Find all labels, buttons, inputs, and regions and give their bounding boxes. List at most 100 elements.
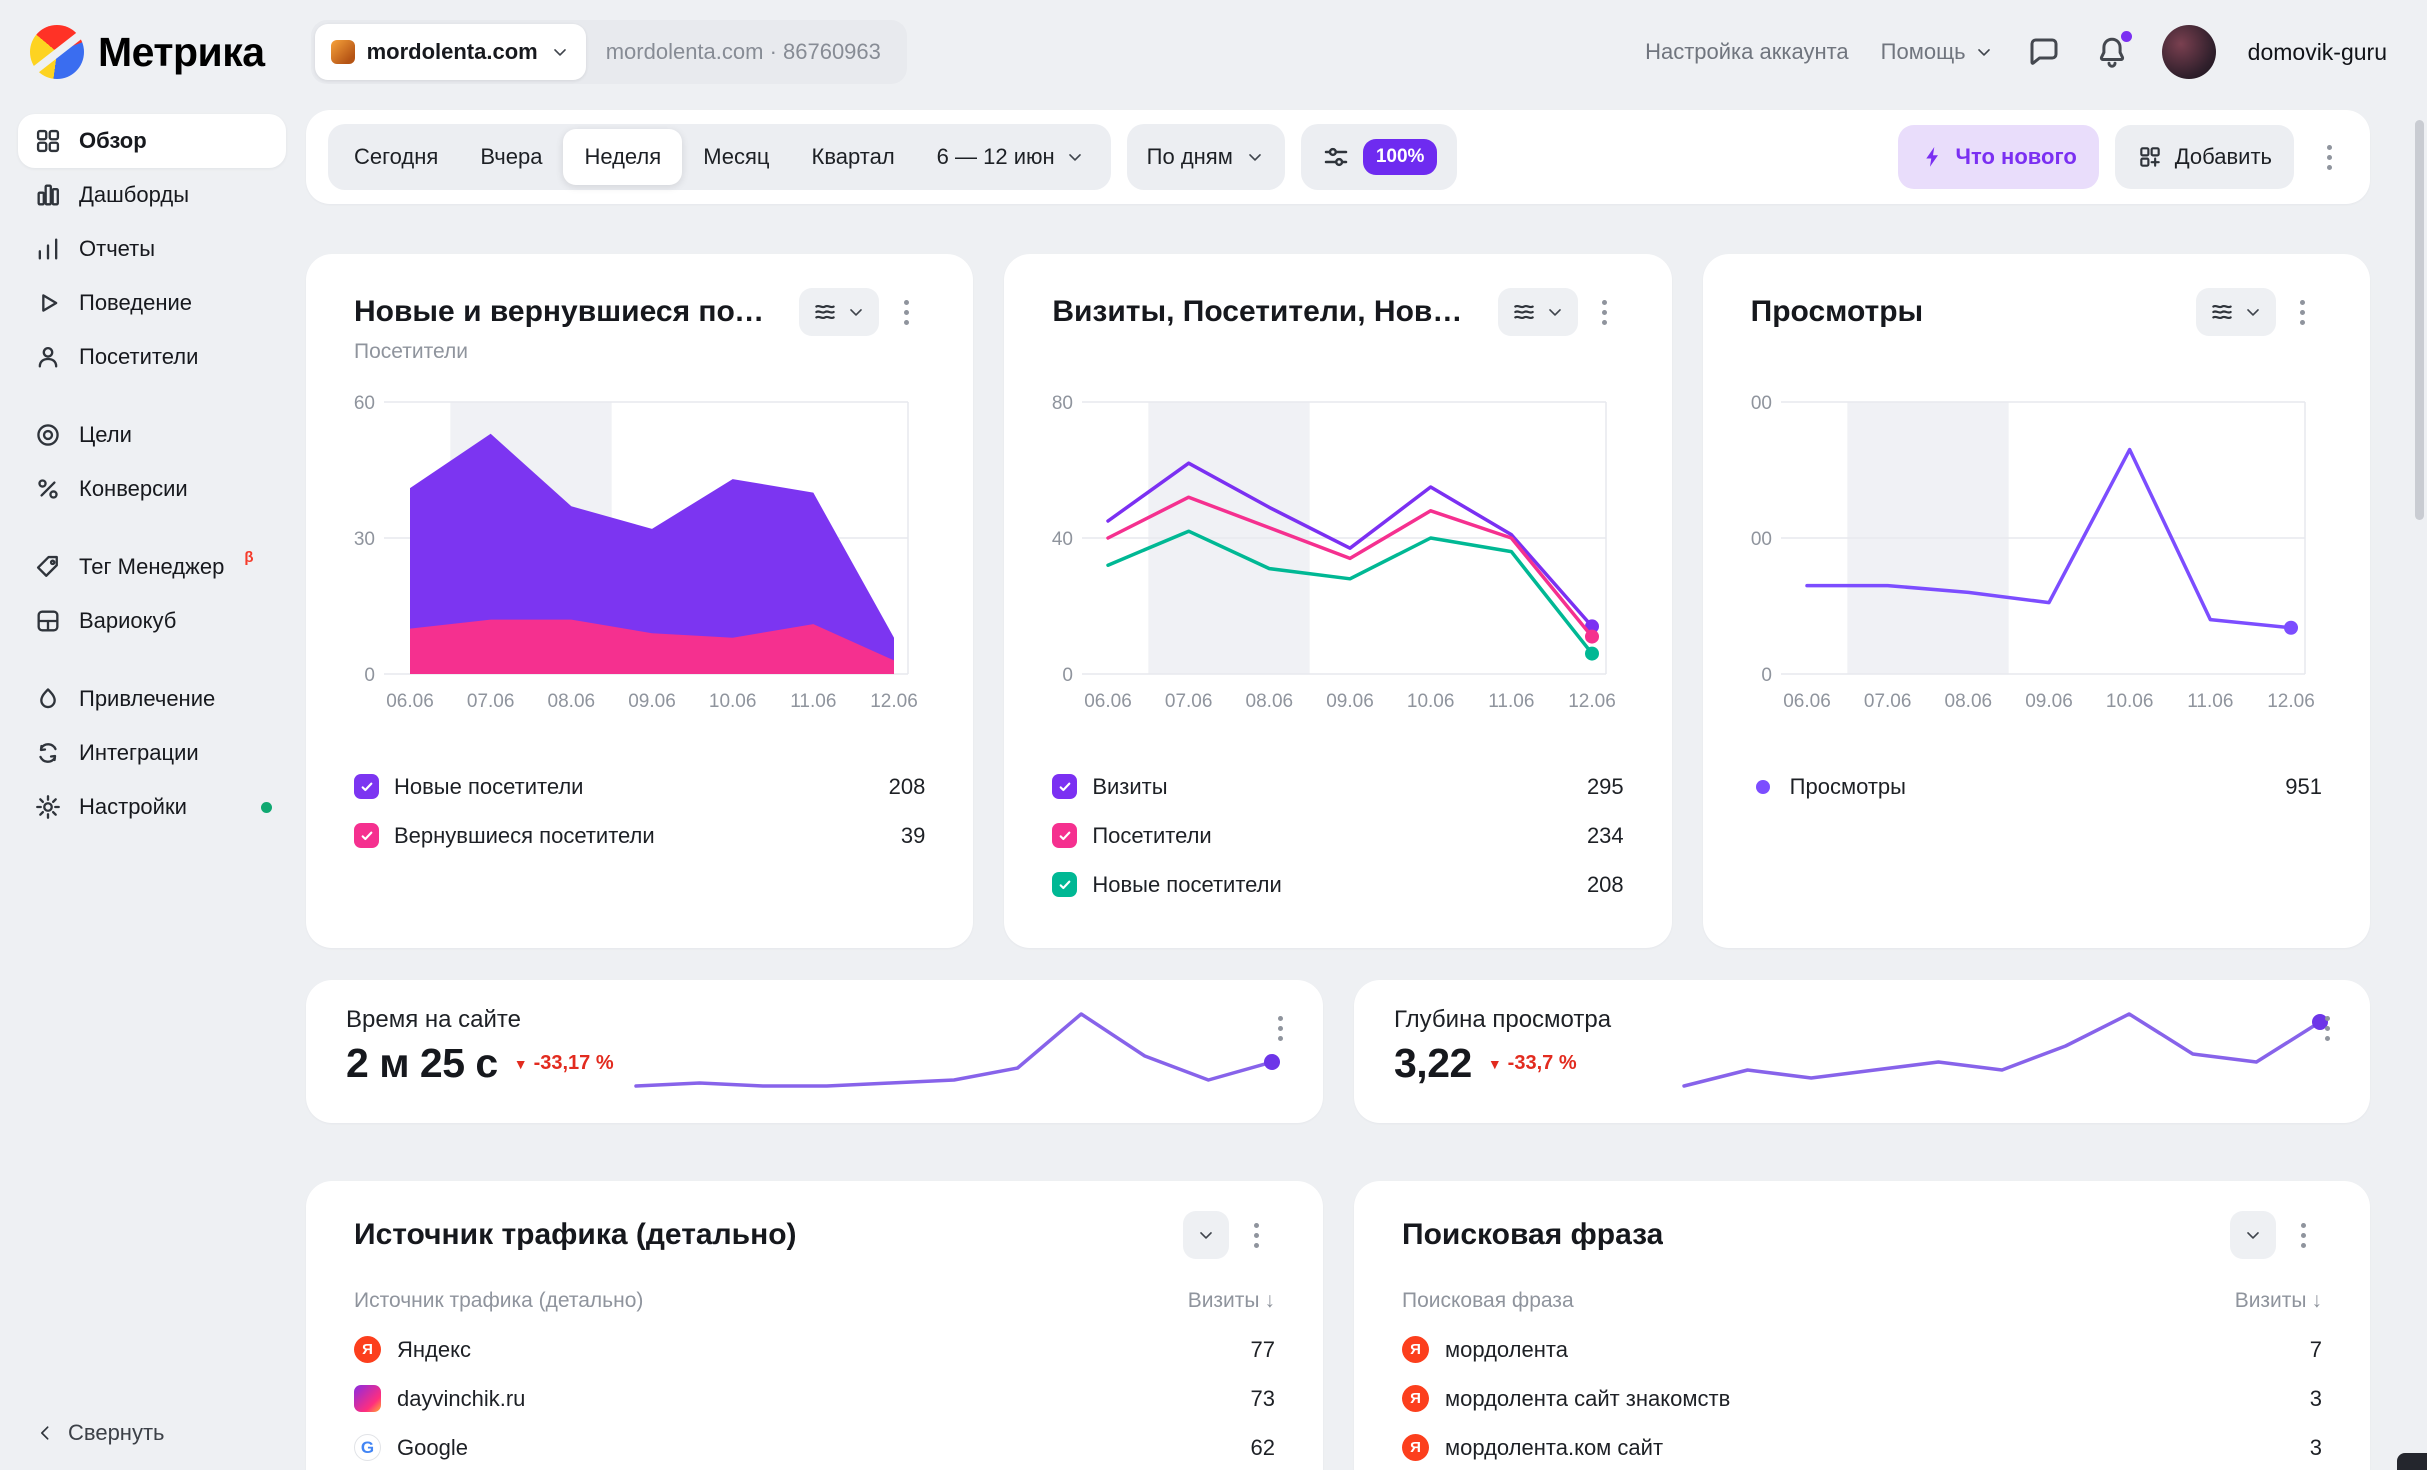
table-col-visits-sort[interactable]: Визиты ↓: [1188, 1289, 1275, 1313]
svg-text:09.06: 09.06: [1327, 691, 1375, 712]
card-menu-button[interactable]: [2308, 1004, 2346, 1052]
card-menu-button[interactable]: [2284, 288, 2322, 336]
sidebar-item-conversions[interactable]: Конверсии: [18, 462, 286, 516]
card-menu-button[interactable]: [887, 288, 925, 336]
legend-checkbox-icon[interactable]: [1052, 872, 1078, 897]
sidebar-item-acquisition[interactable]: Привлечение: [18, 672, 286, 726]
legend-checkbox-icon[interactable]: [354, 823, 379, 848]
account-settings-link[interactable]: Настройка аккаунта: [1645, 39, 1849, 65]
card-subtitle: Посетители: [354, 340, 468, 363]
chevron-down-icon: [846, 302, 866, 322]
date-range-select[interactable]: 6 — 12 июн: [916, 129, 1106, 185]
svg-text:06.06: 06.06: [1085, 691, 1133, 712]
metric-selector-button[interactable]: [2195, 288, 2276, 336]
table-row[interactable]: Ямордолента 7: [1402, 1325, 2322, 1374]
beta-badge: β: [244, 549, 254, 566]
new-returning-users-card: Новые и вернувшиеся поль… Посетители 0 30…: [306, 254, 974, 948]
legend-checkbox-icon[interactable]: [354, 774, 379, 799]
add-widget-button[interactable]: Добавить: [2114, 125, 2294, 189]
sidebar-item-behavior[interactable]: Поведение: [18, 276, 286, 330]
sampling-badge: 100%: [1362, 139, 1438, 175]
legend-item[interactable]: Новые посетители 208: [354, 762, 925, 811]
card-title: Поисковая фраза: [1402, 1218, 1664, 1251]
tab-period[interactable]: Квартал: [791, 129, 916, 185]
table-row-label: мордолента сайт знакомств: [1445, 1385, 1731, 1411]
sidebar-item-dashboards[interactable]: Дашборды: [18, 168, 286, 222]
table-row[interactable]: Я Яндекс 77: [354, 1325, 1275, 1374]
tab-period[interactable]: Вчера: [459, 129, 563, 185]
sidebar-item-label: Посетители: [79, 344, 199, 369]
metrika-logo[interactable]: Метрика: [30, 25, 265, 79]
table-col-visits-sort[interactable]: Визиты ↓: [2235, 1289, 2322, 1313]
svg-text:12.06: 12.06: [2267, 691, 2315, 712]
svg-text:07.06: 07.06: [467, 691, 515, 712]
yandex-favicon-icon: Я: [1402, 1434, 1429, 1461]
notifications-button[interactable]: [2094, 31, 2132, 70]
pageviews-card: Просмотры 0 200 400 06.06 07.06 08.06 09.06 10.…: [1702, 254, 2370, 948]
vertical-scrollbar[interactable]: [2415, 120, 2424, 520]
legend-item[interactable]: Просмотры 951: [1751, 762, 2322, 811]
user-name[interactable]: domovik-guru: [2248, 39, 2387, 66]
chart-legend: Визиты 295 Посетители 234 Новые посетители 20…: [1052, 762, 1624, 909]
metric-selector-button[interactable]: [799, 288, 880, 336]
legend-item[interactable]: Визиты 295: [1052, 762, 1624, 811]
table-row-label: Google: [397, 1434, 468, 1460]
svg-text:06.06: 06.06: [1783, 691, 1831, 712]
kpi-row: Время на сайте 2 м 25 с -33,17 % Глубина…: [306, 980, 2370, 1123]
svg-text:07.06: 07.06: [1165, 691, 1213, 712]
table-rows: Ямордолента 7 Ямордолента сайт знакомств 3 Я…: [1402, 1325, 2322, 1470]
legend-item[interactable]: Новые посетители 208: [1052, 860, 1624, 909]
legend-label: Новые посетители: [1092, 871, 1282, 897]
counter-selector[interactable]: mordolenta.com: [314, 24, 586, 80]
card-menu-button[interactable]: [1586, 288, 1624, 336]
yandex-favicon-icon: Я: [1402, 1336, 1429, 1363]
legend-value: 208: [1586, 871, 1624, 897]
charts-row: Новые и вернувшиеся поль… Посетители 0 30…: [306, 254, 2370, 948]
sidebar-item-tag-manager[interactable]: Тег Менеджер β: [18, 540, 286, 594]
collapse-sidebar-button[interactable]: Свернуть: [36, 1420, 165, 1446]
sidebar-item-overview-grid[interactable]: Обзор: [18, 114, 286, 168]
sort-desc-icon: ↓: [1264, 1289, 1276, 1312]
counter-favicon-icon: [330, 40, 355, 64]
sidebar-item-integrations[interactable]: Интеграции: [18, 726, 286, 780]
toolbar-menu-button[interactable]: [2310, 133, 2348, 181]
help-menu[interactable]: Помощь: [1881, 39, 1994, 65]
metric-selector-button[interactable]: [1497, 288, 1578, 336]
svg-text:0: 0: [364, 665, 375, 686]
expand-button[interactable]: [1183, 1211, 1229, 1259]
sidebar-item-visitors[interactable]: Посетители: [18, 330, 286, 384]
reports-icon: [34, 235, 62, 263]
legend-checkbox-icon[interactable]: [1052, 823, 1078, 848]
table-row[interactable]: dayvinchik.ru 73: [354, 1374, 1275, 1423]
sidebar-item-settings[interactable]: Настройки: [18, 780, 286, 834]
sliders-icon: [1321, 142, 1351, 172]
card-menu-button[interactable]: [2284, 1211, 2322, 1259]
legend-item[interactable]: Вернувшиеся посетители 39: [354, 811, 925, 860]
sampling-control[interactable]: 100%: [1300, 124, 1458, 190]
chart-legend: Новые посетители 208 Вернувшиеся посетител…: [354, 762, 925, 860]
tab-period[interactable]: Сегодня: [333, 129, 459, 185]
tab-period[interactable]: Неделя: [563, 129, 683, 185]
table-row-value: 3: [2309, 1385, 2322, 1411]
whats-new-button[interactable]: Что нового: [1897, 125, 2099, 189]
table-row[interactable]: G Google 62: [354, 1423, 1275, 1470]
expand-button[interactable]: [2230, 1211, 2276, 1259]
settings-icon: [34, 793, 62, 821]
chat-button[interactable]: [2026, 34, 2062, 70]
google-favicon-icon: G: [354, 1434, 381, 1461]
table-row[interactable]: Ямордолента сайт знакомств 3: [1402, 1374, 2322, 1423]
card-menu-button[interactable]: [1237, 1211, 1275, 1259]
legend-checkbox-icon[interactable]: [1052, 774, 1078, 799]
granularity-select[interactable]: По дням: [1126, 124, 1285, 190]
sidebar-item-variocube[interactable]: Вариокуб: [18, 594, 286, 648]
sidebar-item-goals[interactable]: Цели: [18, 408, 286, 462]
legend-item[interactable]: Посетители 234: [1052, 811, 1624, 860]
period-tabs: Сегодня Вчера Неделя Месяц Квартал 6 — 12 июн: [328, 124, 1111, 190]
tab-period[interactable]: Месяц: [682, 129, 790, 185]
chart-legend: Просмотры 951: [1751, 762, 2322, 811]
avatar[interactable]: [2161, 25, 2216, 79]
sidebar-item-reports[interactable]: Отчеты: [18, 222, 286, 276]
table-row[interactable]: Ямордолента.ком сайт 3: [1402, 1423, 2322, 1470]
card-menu-button[interactable]: [1261, 1004, 1299, 1052]
legend-label: Новые посетители: [394, 773, 584, 799]
